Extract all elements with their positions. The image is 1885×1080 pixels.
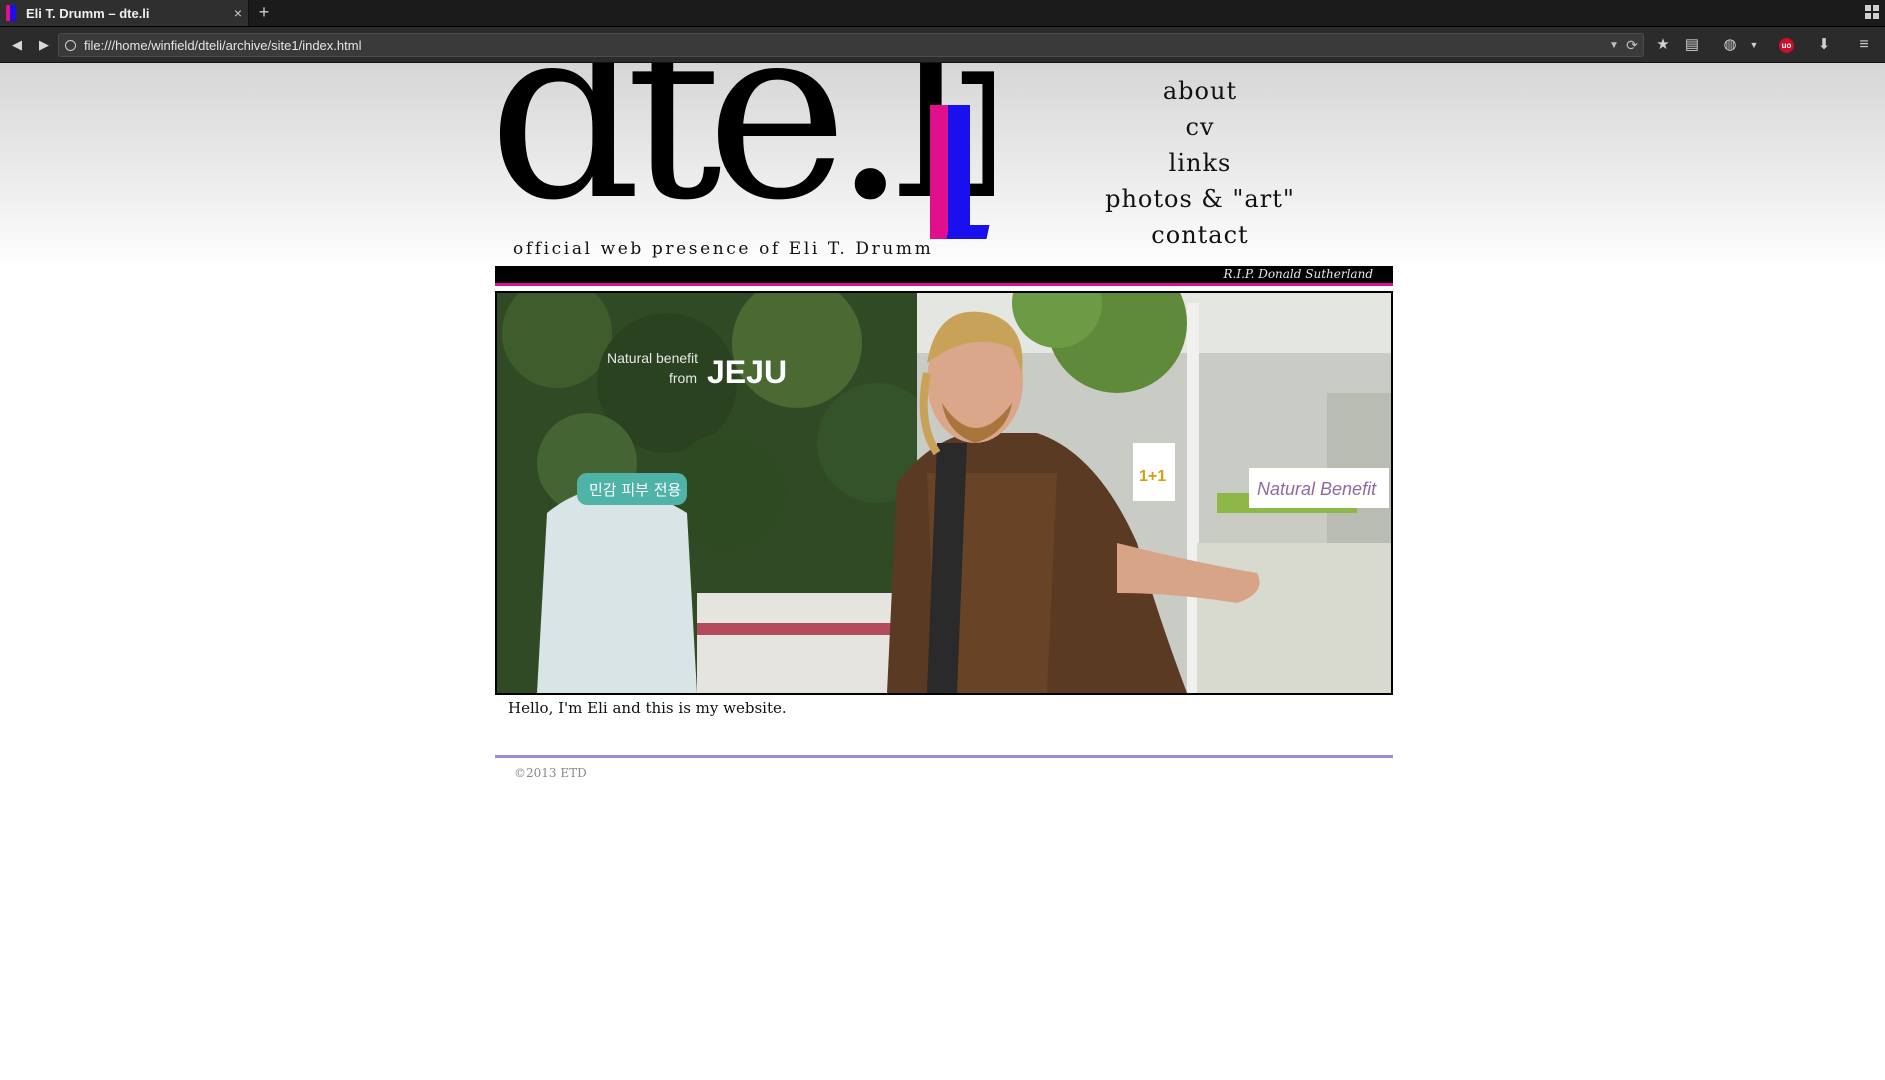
hamburger-menu-icon[interactable]: ≡: [1852, 34, 1876, 56]
sign-jeju-brand: JEJU: [707, 354, 787, 390]
bookmark-star-icon[interactable]: ★: [1651, 34, 1675, 56]
site-info-icon[interactable]: [65, 39, 76, 51]
footer-divider: [495, 755, 1393, 758]
new-tab-button[interactable]: +: [252, 0, 276, 26]
nav-cv[interactable]: cv: [1060, 109, 1340, 145]
site-tagline: official web presence of Eli T. Drumm: [513, 239, 934, 259]
nav-contact[interactable]: contact: [1060, 217, 1340, 253]
site-logo[interactable]: dte.li: [494, 63, 994, 241]
sign-promo: 1+1: [1139, 468, 1166, 485]
memorial-banner: R.I.P. Donald Sutherland: [495, 266, 1393, 286]
url-history-dropdown-icon[interactable]: ▼: [1607, 40, 1621, 51]
sign-jeju-line2: from: [669, 370, 697, 386]
tab-overview-icon[interactable]: [1865, 5, 1881, 21]
main-nav: about cv links photos & "art" contact: [1060, 73, 1340, 253]
url-text[interactable]: file:///home/winfield/dteli/archive/site…: [84, 38, 1607, 53]
close-tab-icon[interactable]: ×: [228, 5, 248, 21]
reload-icon[interactable]: ⟳: [1621, 37, 1643, 54]
privacy-dropdown-icon[interactable]: ▼: [1742, 34, 1766, 56]
navigation-toolbar: ◀ ▶ file:///home/winfield/dteli/archive/…: [0, 27, 1885, 63]
banner-text: R.I.P. Donald Sutherland: [1223, 267, 1373, 281]
sign-jeju-line1: Natural benefit: [607, 350, 698, 366]
site-favicon-icon: [6, 5, 20, 21]
nav-about[interactable]: about: [1060, 73, 1340, 109]
logo-magenta-bar: [930, 105, 948, 239]
nav-links[interactable]: links: [1060, 145, 1340, 181]
download-icon[interactable]: ⬇: [1812, 34, 1836, 56]
tab-active[interactable]: Eli T. Drumm – dte.li ×: [0, 0, 249, 26]
logo-text: dte.li: [494, 63, 994, 241]
tab-title: Eli T. Drumm – dte.li: [26, 5, 150, 21]
forward-arrow-icon[interactable]: ▶: [33, 34, 55, 56]
nav-photos-art[interactable]: photos & "art": [1060, 181, 1340, 217]
hero-photo: Natural Benefit Natural benefit from JEJ…: [495, 291, 1393, 695]
logo-blue-bar: [948, 105, 970, 239]
logo-blue-foot: [946, 225, 990, 239]
sign-korean: 민감 피부 전용: [589, 481, 681, 499]
web-page: dte.li official web presence of Eli T. D…: [0, 63, 1885, 1080]
address-bar[interactable]: file:///home/winfield/dteli/archive/site…: [58, 33, 1644, 57]
sign-natural-benefit: Natural Benefit: [1257, 479, 1377, 499]
privacy-mask-icon[interactable]: ◍: [1718, 34, 1742, 56]
ublock-icon[interactable]: uo: [1779, 38, 1794, 53]
reading-list-icon[interactable]: ▤: [1680, 34, 1704, 56]
back-arrow-icon[interactable]: ◀: [6, 34, 28, 56]
intro-text: Hello, I'm Eli and this is my website.: [508, 699, 787, 717]
tab-bar: Eli T. Drumm – dte.li × +: [0, 0, 1885, 27]
copyright-text: ©2013 ETD: [514, 766, 587, 780]
